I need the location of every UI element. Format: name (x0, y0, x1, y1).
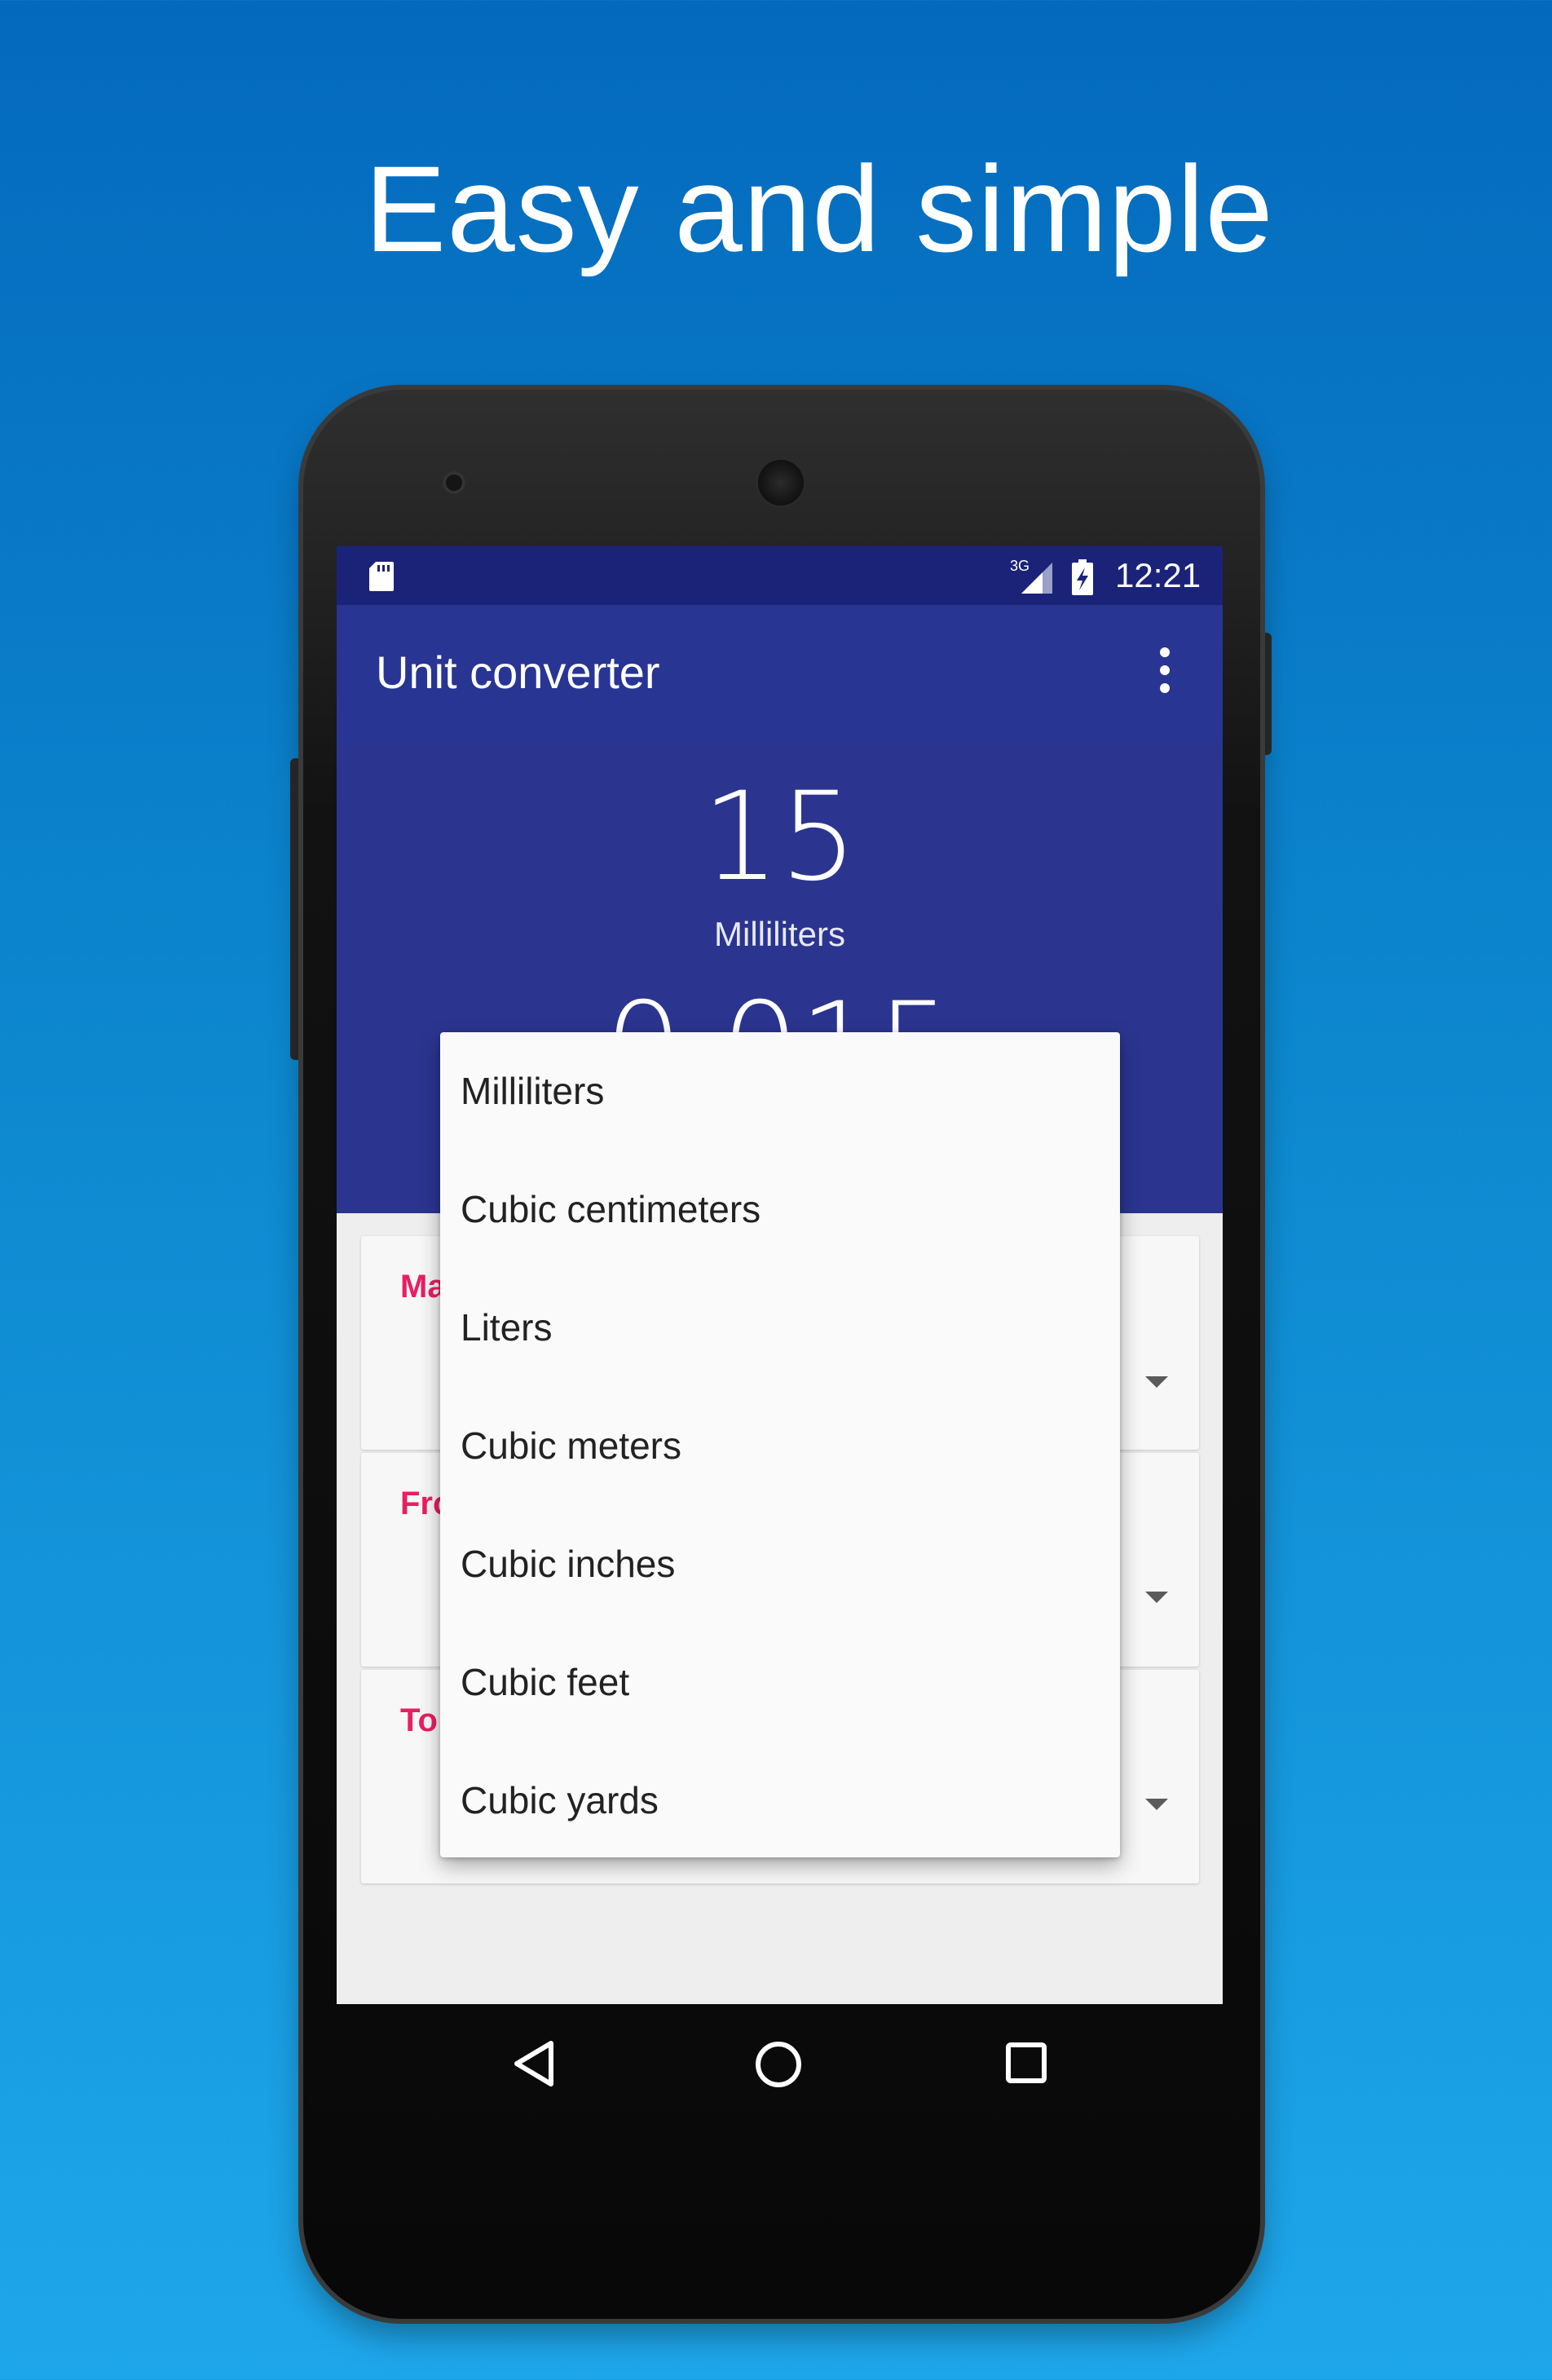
dropdown-option-cubic-yards[interactable]: Cubic yards (440, 1742, 1120, 1860)
network-type-label: 3G (1010, 558, 1030, 574)
status-time: 12:21 (1115, 556, 1201, 594)
overflow-menu-icon[interactable] (1157, 646, 1172, 695)
input-value: 15 (702, 766, 858, 908)
volume-button (290, 758, 303, 1060)
navigation-bar (337, 2004, 1223, 2123)
chevron-down-icon[interactable] (1145, 1592, 1168, 1603)
home-icon[interactable] (754, 2040, 803, 2089)
unit-dropdown-menu: Milliliters Cubic centimeters Liters Cub… (440, 1032, 1120, 1857)
headline: Easy and simple (364, 140, 1274, 277)
dropdown-option-cubic-feet[interactable]: Cubic feet (440, 1623, 1120, 1742)
earpiece-speaker (758, 460, 804, 506)
battery-icon (1072, 559, 1093, 595)
dropdown-option-cubic-centimeters[interactable]: Cubic centimeters (440, 1150, 1120, 1269)
phone-screen: 3G 12:21 Unit converter 15 Milliliters 0… (337, 546, 1223, 2004)
signal-icon: 3G (1010, 558, 1052, 594)
power-button (1260, 633, 1272, 755)
measure-label: Ma (400, 1269, 446, 1305)
status-bar: 3G 12:21 (337, 546, 1223, 605)
chevron-down-icon[interactable] (1145, 1376, 1168, 1388)
app-bar: Unit converter (337, 605, 1223, 740)
sd-card-icon (369, 562, 394, 591)
input-unit: Milliliters (714, 915, 845, 953)
dropdown-option-milliliters[interactable]: Milliliters (440, 1032, 1120, 1150)
recents-icon[interactable] (1005, 2042, 1047, 2084)
dropdown-option-cubic-meters[interactable]: Cubic meters (440, 1387, 1120, 1505)
dropdown-option-liters[interactable]: Liters (440, 1269, 1120, 1387)
chevron-down-icon[interactable] (1145, 1799, 1168, 1810)
dropdown-option-cubic-inches[interactable]: Cubic inches (440, 1505, 1120, 1623)
front-camera (443, 471, 465, 494)
app-title: Unit converter (376, 647, 660, 698)
back-icon[interactable] (512, 2040, 558, 2087)
to-label: To (400, 1702, 438, 1738)
